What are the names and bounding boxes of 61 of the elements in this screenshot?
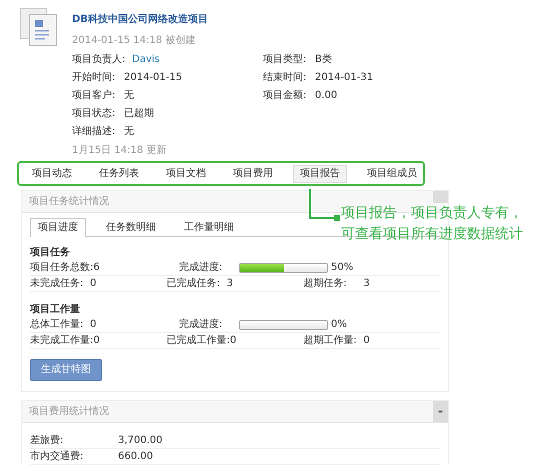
tab[interactable]: 项目费用 bbox=[226, 164, 280, 182]
collapse-button[interactable] bbox=[433, 191, 448, 203]
panel-title: 项目任务统计情况 bbox=[28, 196, 109, 208]
field-label: 项目负责人: bbox=[72, 54, 124, 66]
panel-title: 项目费用统计情况 bbox=[28, 406, 109, 418]
field-value: 2014-01-15 bbox=[124, 72, 182, 84]
field-label: 项目状态: bbox=[72, 108, 116, 120]
cost-value: 3,700.00 bbox=[118, 434, 163, 446]
stat-value: 0 bbox=[93, 334, 100, 346]
field-value: 无 bbox=[124, 90, 134, 102]
stat-label: 已完成任务: bbox=[166, 278, 222, 290]
field-value: 已超期 bbox=[124, 108, 154, 120]
tab[interactable]: 项目组成员 bbox=[360, 164, 424, 182]
field-label: 详细描述: bbox=[72, 126, 116, 138]
callout-text: 项目报告，项目负责人专有， 可查看项目所有进度数据统计 bbox=[341, 204, 523, 244]
stat-label: 未完成工作量: bbox=[30, 334, 94, 346]
field-label: 项目类型: bbox=[263, 54, 308, 66]
stat-label: 超期任务: bbox=[303, 278, 348, 290]
progress-reading: 0% bbox=[331, 318, 347, 330]
cost-label: 市内交通费: bbox=[30, 450, 84, 462]
field-label: 项目客户: bbox=[72, 90, 116, 102]
field-value: 0.00 bbox=[315, 90, 338, 102]
owner-link[interactable]: Davis bbox=[132, 54, 160, 66]
stat-value: 0 bbox=[230, 334, 236, 346]
stat-value: 3 bbox=[226, 278, 234, 290]
field-value: B类 bbox=[315, 54, 332, 66]
tab[interactable]: 项目报告 bbox=[293, 164, 347, 182]
field-label: 开始时间: bbox=[72, 72, 116, 84]
stat-label: 已完成工作量: bbox=[166, 334, 230, 346]
stat-value: 6 bbox=[93, 262, 100, 274]
section-heading: 项目任务 bbox=[30, 246, 71, 260]
created-time: 2014-01-15 14:18 被创建 bbox=[72, 35, 196, 47]
stat-value: 0 bbox=[90, 278, 96, 290]
field-value: 2014-01-31 bbox=[315, 72, 374, 84]
sub-tab[interactable]: 任务数明细 bbox=[98, 218, 164, 237]
stat-label: 超期工作量: bbox=[303, 334, 358, 346]
field-label: 结束时间: bbox=[263, 72, 308, 84]
tab[interactable]: 项目文档 bbox=[159, 164, 213, 182]
updated-time: 1月15日 14:18 更新 bbox=[72, 145, 168, 157]
progress-reading: 50% bbox=[331, 262, 354, 274]
field-value: 无 bbox=[124, 126, 134, 138]
stat-label: 总体工作量: bbox=[30, 318, 84, 330]
sub-tab[interactable]: 工作量明细 bbox=[176, 218, 242, 237]
stat-label: 完成进度: bbox=[179, 262, 224, 274]
cost-label: 差旅费: bbox=[30, 434, 64, 446]
tab[interactable]: 项目动态 bbox=[25, 164, 79, 182]
tab[interactable]: 任务列表 bbox=[92, 164, 146, 182]
field-label: 项目金额: bbox=[263, 90, 308, 102]
stat-value: 3 bbox=[363, 278, 370, 290]
stat-label: 完成进度: bbox=[179, 318, 224, 330]
leader-line bbox=[309, 189, 341, 222]
collapse-button[interactable]: - bbox=[433, 401, 448, 422]
project-title: DB科技中国公司网络改造项目 bbox=[72, 14, 208, 26]
cost-value: 660.00 bbox=[118, 450, 153, 462]
section-heading: 项目工作量 bbox=[30, 303, 81, 317]
stat-value: 0 bbox=[90, 318, 96, 330]
stat-label: 项目任务总数: bbox=[30, 262, 94, 274]
document-icon bbox=[20, 8, 60, 46]
sub-tab[interactable]: 项目进度 bbox=[30, 218, 86, 237]
stat-label: 未完成任务: bbox=[30, 278, 84, 290]
stat-value: 0 bbox=[363, 334, 370, 346]
